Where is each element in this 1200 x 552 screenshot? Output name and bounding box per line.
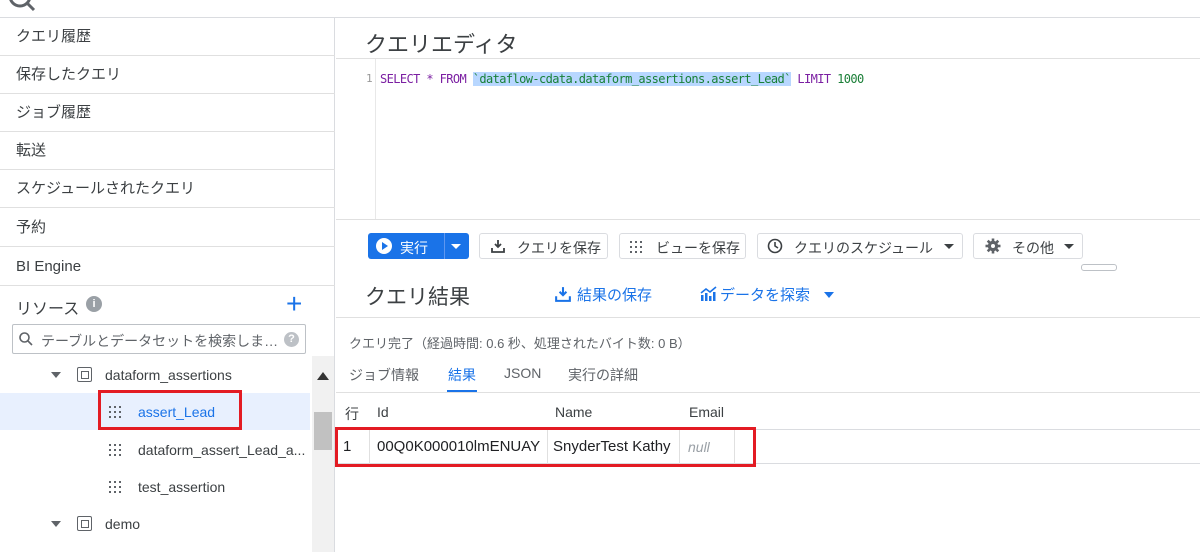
dataset-icon (77, 367, 92, 382)
sidebar-scrollbar[interactable] (312, 356, 334, 552)
expand-caret-icon[interactable] (51, 372, 61, 378)
nav-saved-queries[interactable]: 保存したクエリ (0, 56, 335, 94)
save-view-label: ビューを保存 (656, 240, 740, 256)
download-icon (491, 240, 505, 253)
sql-number: 1000 (837, 72, 864, 86)
tree-label: demo (105, 516, 141, 532)
tree-table-test-assertion[interactable]: test_assertion (0, 468, 310, 505)
tree-label: dataform_assert_Lead_a... (138, 442, 306, 458)
more-button[interactable]: その他 (973, 233, 1083, 259)
explore-data-label: データを探索 (720, 287, 811, 304)
view-grid-icon (630, 241, 642, 253)
play-icon (376, 238, 392, 254)
resources-header: リソース i + (0, 286, 335, 324)
resources-title: リソース (16, 301, 80, 318)
chevron-down-icon (1064, 244, 1074, 249)
save-results-label: 結果の保存 (577, 287, 653, 304)
gear-icon (985, 238, 1001, 254)
sql-keyword: LIMIT (790, 72, 838, 86)
sql-table-reference: `dataflow-cdata.dataform_assertions.asse… (472, 72, 791, 86)
scroll-up-arrow-icon[interactable] (317, 372, 329, 380)
nav-reservations[interactable]: 予約 (0, 209, 335, 247)
help-icon[interactable]: ? (284, 332, 299, 347)
tab-results[interactable]: 結果 (448, 365, 476, 385)
editor-gutter: 1 (336, 59, 376, 219)
save-view-button[interactable]: ビューを保存 (619, 233, 746, 259)
highlight-box-table (98, 390, 242, 430)
results-title: クエリ結果 (365, 286, 470, 309)
expand-caret-icon[interactable] (51, 521, 61, 527)
sql-keyword: SELECT * FROM (380, 72, 473, 86)
column-header-email: Email (689, 404, 725, 420)
save-query-button[interactable]: クエリを保存 (479, 233, 608, 259)
run-label: 実行 (400, 240, 428, 256)
tab-execution-details[interactable]: 実行の詳細 (568, 365, 638, 385)
download-icon (555, 287, 571, 302)
column-header-id: Id (377, 404, 389, 420)
search-icon (19, 332, 33, 346)
top-bar (0, 0, 1200, 18)
column-header-row: 行 (345, 406, 359, 422)
divider (336, 317, 1200, 318)
resize-handle[interactable] (1081, 264, 1117, 271)
nav-bi-engine[interactable]: BI Engine (0, 248, 335, 286)
tree-dataset-dataform-assertions[interactable]: dataform_assertions (0, 356, 310, 393)
search-placeholder: テーブルとデータセットを検索しま… (41, 333, 279, 349)
query-editor[interactable]: 1 SELECT * FROM `dataflow-cdata.dataform… (336, 58, 1200, 220)
column-header-name: Name (555, 404, 593, 420)
results-table-header: 行 Id Name Email (336, 393, 1200, 430)
nav-query-history[interactable]: クエリ履歴 (0, 18, 335, 56)
add-resource-icon[interactable]: + (286, 290, 302, 318)
editor-title: クエリエディタ (365, 32, 518, 57)
resource-search-input[interactable]: テーブルとデータセットを検索しま… ? (12, 324, 306, 354)
chevron-down-icon (944, 244, 954, 249)
nav-transfers[interactable]: 転送 (0, 132, 335, 170)
table-icon (109, 444, 121, 456)
save-query-label: クエリを保存 (517, 240, 601, 256)
query-status: クエリ完了（経過時間: 0.6 秒、処理されたバイト数: 0 B） (349, 336, 691, 351)
run-button[interactable]: 実行 (368, 233, 469, 259)
scrollbar-thumb[interactable] (314, 412, 332, 450)
explore-data-button[interactable]: データを探索 (700, 284, 835, 305)
line-number: 1 (366, 72, 373, 85)
run-options-caret-icon[interactable] (451, 244, 461, 249)
table-icon (109, 481, 121, 493)
editor-toolbar: 実行 クエリを保存 ビューを保存 クエリのスケジュール その他 (336, 221, 1200, 267)
highlight-box-row (335, 427, 756, 467)
tab-json[interactable]: JSON (504, 365, 541, 381)
save-results-button[interactable]: 結果の保存 (555, 284, 652, 305)
chevron-down-icon (824, 292, 835, 298)
dataset-icon (77, 516, 92, 531)
info-icon[interactable]: i (86, 296, 102, 312)
sql-code-line[interactable]: SELECT * FROM `dataflow-cdata.dataform_a… (380, 72, 864, 86)
tab-job-info[interactable]: ジョブ情報 (349, 365, 419, 385)
tree-dataset-demo[interactable]: demo (0, 505, 310, 542)
clock-icon (767, 238, 783, 254)
run-divider (444, 233, 445, 259)
tree-label: dataform_assertions (105, 367, 232, 383)
tree-table-dataform-assert-lead[interactable]: dataform_assert_Lead_a... (0, 430, 310, 467)
nav-job-history[interactable]: ジョブ履歴 (0, 94, 335, 132)
schedule-query-label: クエリのスケジュール (794, 240, 934, 256)
search-icon[interactable] (8, 0, 38, 16)
tree-label: test_assertion (138, 479, 226, 495)
schedule-query-button[interactable]: クエリのスケジュール (757, 233, 963, 259)
more-label: その他 (1012, 240, 1054, 256)
chart-icon (700, 286, 717, 301)
nav-scheduled-queries[interactable]: スケジュールされたクエリ (0, 170, 335, 208)
